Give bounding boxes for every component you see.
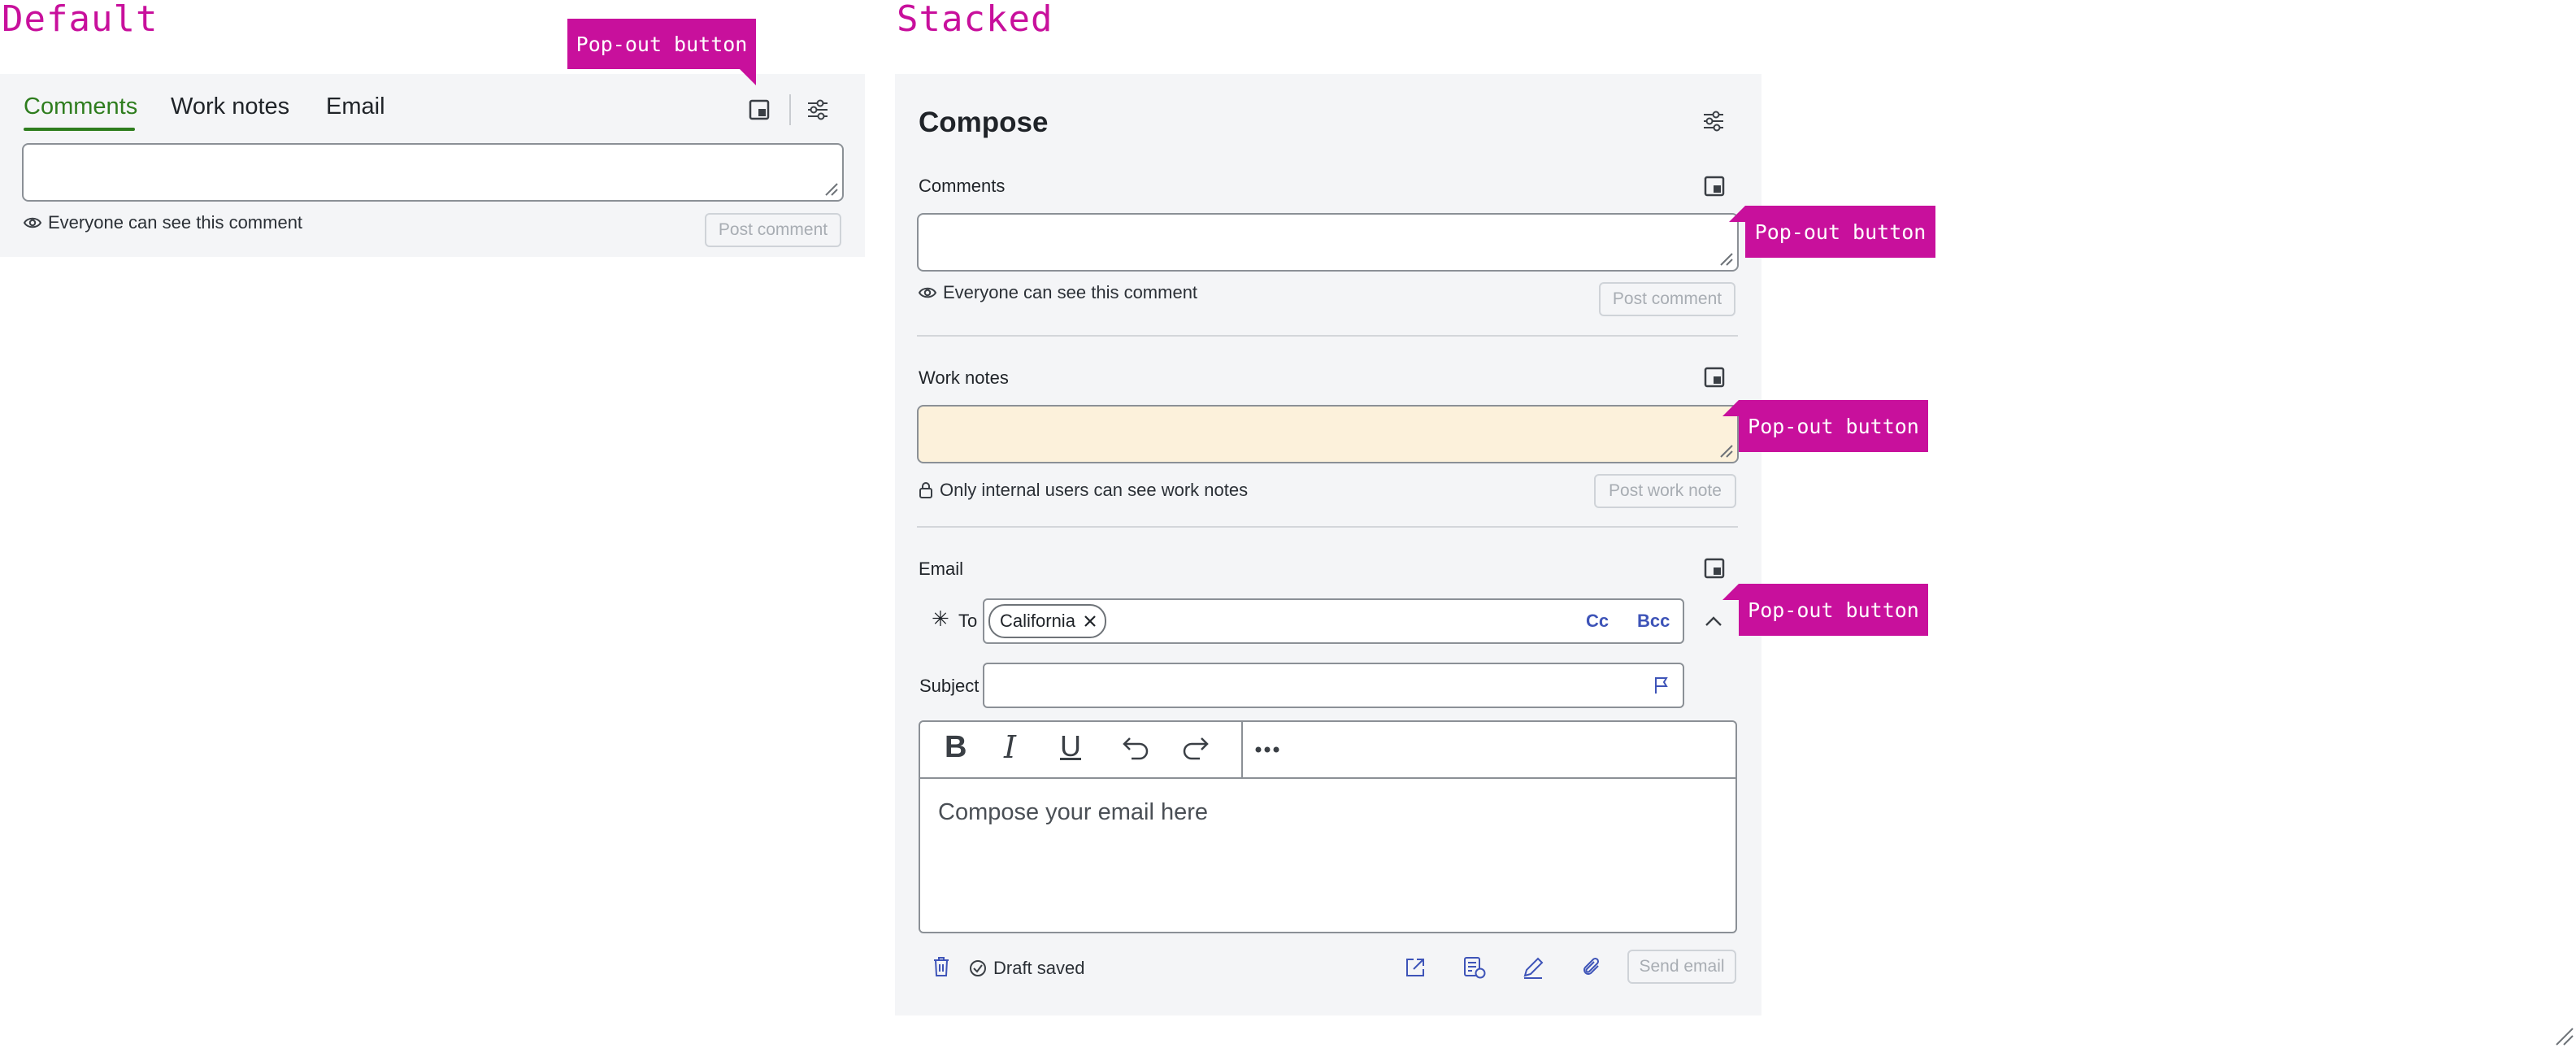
default-heading: Default — [2, 0, 159, 40]
popout-icon — [1704, 558, 1725, 579]
bold-button[interactable]: B — [945, 732, 967, 763]
toolbar-separator — [1241, 722, 1243, 777]
subject-input[interactable] — [983, 663, 1684, 708]
send-email-button[interactable]: Send email — [1627, 950, 1736, 984]
template-icon[interactable] — [1463, 956, 1486, 979]
comment-visibility-hint: Everyone can see this comment — [24, 214, 302, 232]
compose-title: Compose — [919, 107, 1049, 138]
popout-callout: Pop-out button — [567, 19, 756, 85]
work-notes-hint: Only internal users can see work notes — [919, 481, 1248, 499]
attachment-icon[interactable] — [1580, 956, 1603, 979]
settings-button[interactable] — [804, 96, 832, 124]
eye-icon — [919, 287, 936, 298]
stacked-heading: Stacked — [897, 0, 1053, 40]
signature-icon[interactable] — [1522, 956, 1544, 979]
open-external-icon[interactable] — [1405, 957, 1426, 978]
italic-button[interactable]: I — [1004, 732, 1016, 763]
work-notes-input[interactable] — [917, 405, 1739, 463]
comments-popout-callout: Pop-out button — [1729, 206, 1935, 258]
draft-status-text: Draft saved — [993, 958, 1085, 978]
post-comment-button[interactable]: Post comment — [705, 213, 841, 247]
resize-grip-icon[interactable] — [1716, 249, 1734, 267]
lock-icon — [919, 482, 932, 498]
work-notes-popout-callout: Pop-out button — [1722, 400, 1928, 452]
trash-icon[interactable] — [932, 956, 950, 977]
toolbar-divider — [789, 94, 791, 125]
popout-icon — [1704, 367, 1725, 388]
work-notes-section-label: Work notes — [919, 367, 1009, 388]
comments-popout-button[interactable] — [1701, 172, 1728, 200]
required-asterisk-icon: ✳ — [932, 607, 949, 631]
hint-text: Only internal users can see work notes — [940, 480, 1249, 500]
comment-input[interactable] — [22, 143, 844, 202]
stacked-post-comment-button[interactable]: Post comment — [1599, 282, 1735, 316]
sliders-icon — [808, 99, 828, 120]
email-body-placeholder: Compose your email here — [938, 799, 1209, 825]
draft-status: Draft saved — [969, 959, 1085, 977]
email-editor[interactable]: B I U Compose your email here — [919, 720, 1737, 933]
undo-icon[interactable] — [1122, 735, 1151, 761]
window-resize-grip-icon[interactable] — [2553, 1025, 2574, 1046]
hint-text: Everyone can see this comment — [48, 212, 303, 233]
redo-icon[interactable] — [1180, 735, 1210, 761]
email-popout-callout: Pop-out button — [1722, 584, 1928, 636]
eye-icon — [24, 217, 41, 228]
collapse-recipients-button[interactable] — [1700, 607, 1727, 635]
tab-comments[interactable]: Comments — [24, 95, 137, 119]
stacked-comment-hint: Everyone can see this comment — [919, 284, 1197, 302]
tab-email[interactable]: Email — [326, 95, 385, 119]
recipient-name: California — [1000, 611, 1075, 631]
chevron-up-icon — [1705, 616, 1722, 626]
sliders-icon — [1704, 111, 1723, 132]
tab-work-notes[interactable]: Work notes — [171, 95, 289, 119]
flag-icon[interactable] — [1653, 676, 1670, 694]
recipient-chip[interactable]: California — [988, 604, 1106, 638]
to-label: To — [958, 611, 978, 631]
post-work-note-button[interactable]: Post work note — [1594, 474, 1736, 508]
bcc-link[interactable]: Bcc — [1637, 612, 1670, 630]
stacked-comment-input[interactable] — [917, 213, 1739, 272]
hint-text: Everyone can see this comment — [943, 282, 1198, 302]
email-popout-button[interactable] — [1701, 554, 1728, 582]
section-divider — [917, 526, 1738, 528]
more-options-icon[interactable] — [1255, 746, 1279, 753]
resize-grip-icon[interactable] — [821, 179, 839, 197]
popout-icon — [1704, 176, 1725, 197]
check-circle-icon — [970, 960, 986, 976]
popout-icon — [749, 99, 770, 120]
comments-section-label: Comments — [919, 176, 1006, 196]
section-divider — [917, 335, 1738, 337]
subject-label: Subject — [919, 676, 980, 696]
popout-button[interactable] — [745, 96, 773, 124]
cc-link[interactable]: Cc — [1586, 612, 1609, 630]
close-icon[interactable] — [1084, 615, 1097, 628]
underline-button[interactable]: U — [1060, 732, 1081, 761]
active-tab-indicator — [24, 128, 135, 131]
resize-grip-icon[interactable] — [1716, 441, 1734, 459]
email-section-label: Email — [919, 559, 964, 579]
editor-toolbar: B I U — [920, 722, 1735, 779]
stacked-settings-button[interactable] — [1700, 107, 1727, 135]
work-notes-popout-button[interactable] — [1701, 363, 1728, 391]
